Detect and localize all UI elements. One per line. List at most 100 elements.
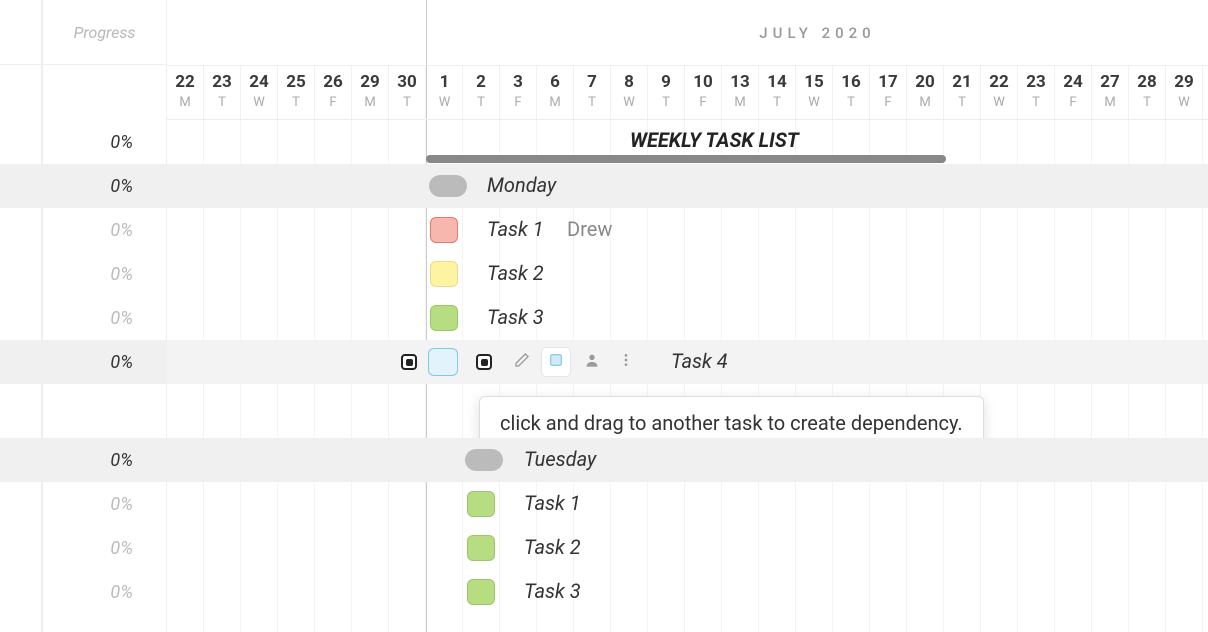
spacer-row: click and drag to another task to create… <box>167 384 1208 438</box>
date-dayofweek: W <box>241 95 277 110</box>
date-cell[interactable]: 14T <box>759 66 796 119</box>
date-number: 22 <box>981 72 1017 92</box>
date-number: 6 <box>537 72 573 92</box>
date-cell[interactable]: 3F <box>500 66 537 119</box>
date-dayofweek: T <box>944 95 980 110</box>
task-label: Task 2 <box>524 535 581 559</box>
group-label: Monday <box>487 173 556 197</box>
date-cell[interactable]: 20M <box>907 66 944 119</box>
task-row: 0% Task 1 <box>167 482 1208 526</box>
task-row: 0% Task 3 <box>167 570 1208 614</box>
gantt-view: Progress JULY 2020 22M23T24W25T26F29M30T… <box>0 0 1208 632</box>
date-number: 28 <box>1129 72 1165 92</box>
task-chip[interactable] <box>428 348 458 376</box>
date-cell[interactable]: 27M <box>1092 66 1129 119</box>
date-cell[interactable]: 7T <box>574 66 611 119</box>
date-number: 1 <box>427 72 462 92</box>
date-cell[interactable]: 15 W <box>796 66 833 119</box>
task-row: 0% Task 2 <box>167 252 1208 296</box>
date-cell[interactable]: 24F <box>1055 66 1092 119</box>
progress-value: 0% <box>42 120 167 164</box>
date-cell[interactable]: 22W <box>981 66 1018 119</box>
date-cell[interactable]: 6M <box>537 66 574 119</box>
group-label: Tuesday <box>524 447 596 471</box>
task-chip[interactable] <box>467 491 495 517</box>
task-chip[interactable] <box>430 217 458 243</box>
date-number: 29 <box>352 72 388 92</box>
task-label: Task 1 <box>487 217 544 241</box>
date-dayofweek: M <box>1092 95 1128 110</box>
group-row: 0% Tuesday <box>167 438 1208 482</box>
dependency-handle-right[interactable] <box>476 354 492 370</box>
date-number: 14 <box>759 72 795 92</box>
date-cell[interactable]: 29M <box>352 66 389 119</box>
color-button[interactable] <box>541 347 571 377</box>
date-cell[interactable]: 8W <box>611 66 648 119</box>
date-cell[interactable]: 23T <box>1018 66 1055 119</box>
date-number: 25 <box>278 72 314 92</box>
date-cell[interactable]: 21T <box>944 66 981 119</box>
date-dayofweek: W <box>796 95 832 110</box>
more-button[interactable] <box>611 347 641 377</box>
date-dayofweek: F <box>870 95 906 110</box>
task-label: Task 3 <box>524 579 581 603</box>
date-number: 20 <box>907 72 943 92</box>
date-cell[interactable]: 13 M <box>722 66 759 119</box>
progress-value: 0% <box>42 340 167 384</box>
date-dayofweek: F <box>315 95 351 110</box>
date-cell[interactable]: 28 T <box>1129 66 1166 119</box>
date-cell[interactable]: 24W <box>241 66 278 119</box>
person-icon <box>584 352 600 372</box>
date-dayofweek: M <box>167 95 203 110</box>
date-cell[interactable]: 17 F <box>870 66 907 119</box>
date-cell[interactable]: 16T <box>833 66 870 119</box>
date-number: 13 <box>722 72 758 92</box>
progress-value: 0% <box>42 438 167 482</box>
date-cell[interactable]: 10F <box>685 66 722 119</box>
date-dayofweek: F <box>500 95 536 110</box>
date-cell[interactable]: 1W <box>426 66 463 119</box>
group-pill[interactable] <box>465 449 503 471</box>
gantt-rows: 0% WEEKLY TASK LIST 0% Monday 0% Task 1 … <box>167 120 1208 614</box>
date-cell[interactable]: 26 F <box>315 66 352 119</box>
task-chip[interactable] <box>467 535 495 561</box>
more-vertical-icon <box>618 352 634 372</box>
task-label: Task 3 <box>487 305 544 329</box>
date-dayofweek: M <box>537 95 573 110</box>
date-number: 3 <box>500 72 536 92</box>
month-header: JULY 2020 <box>426 0 1208 65</box>
date-dayofweek: M <box>722 95 758 110</box>
title-span-bar[interactable] <box>426 155 946 163</box>
date-dayofweek: T <box>648 95 684 110</box>
date-cell[interactable]: 9T <box>648 66 685 119</box>
date-cell[interactable]: 25T <box>278 66 315 119</box>
date-number: 22 <box>167 72 203 92</box>
date-number: 9 <box>648 72 684 92</box>
progress-value: 0% <box>42 208 167 252</box>
task-chip[interactable] <box>430 305 458 331</box>
date-cell[interactable]: 29W <box>1166 66 1203 119</box>
date-cell[interactable]: 2T <box>463 66 500 119</box>
task-row: 0% Task 3 <box>167 296 1208 340</box>
date-number: 30 <box>389 72 425 92</box>
date-number: 26 <box>315 72 351 92</box>
date-cell[interactable]: 23T <box>204 66 241 119</box>
date-number: 15 <box>796 72 832 92</box>
date-dayofweek: F <box>1055 95 1091 110</box>
assign-button[interactable] <box>577 347 607 377</box>
task-chip[interactable] <box>467 579 495 605</box>
group-pill[interactable] <box>429 175 467 197</box>
edit-button[interactable] <box>507 347 537 377</box>
progress-value: 0% <box>42 482 167 526</box>
date-number: 17 <box>870 72 906 92</box>
date-number: 2 <box>463 72 499 92</box>
date-dayofweek: T <box>833 95 869 110</box>
date-cell[interactable]: 22 M <box>167 66 204 119</box>
date-dayofweek: T <box>204 95 240 110</box>
date-cell[interactable]: 30 T <box>389 66 426 119</box>
task-chip[interactable] <box>430 261 458 287</box>
date-dayofweek: T <box>1129 95 1165 110</box>
task-assignee: Drew <box>567 217 612 241</box>
dependency-handle-left[interactable] <box>401 354 417 370</box>
date-dayofweek: T <box>389 95 425 110</box>
